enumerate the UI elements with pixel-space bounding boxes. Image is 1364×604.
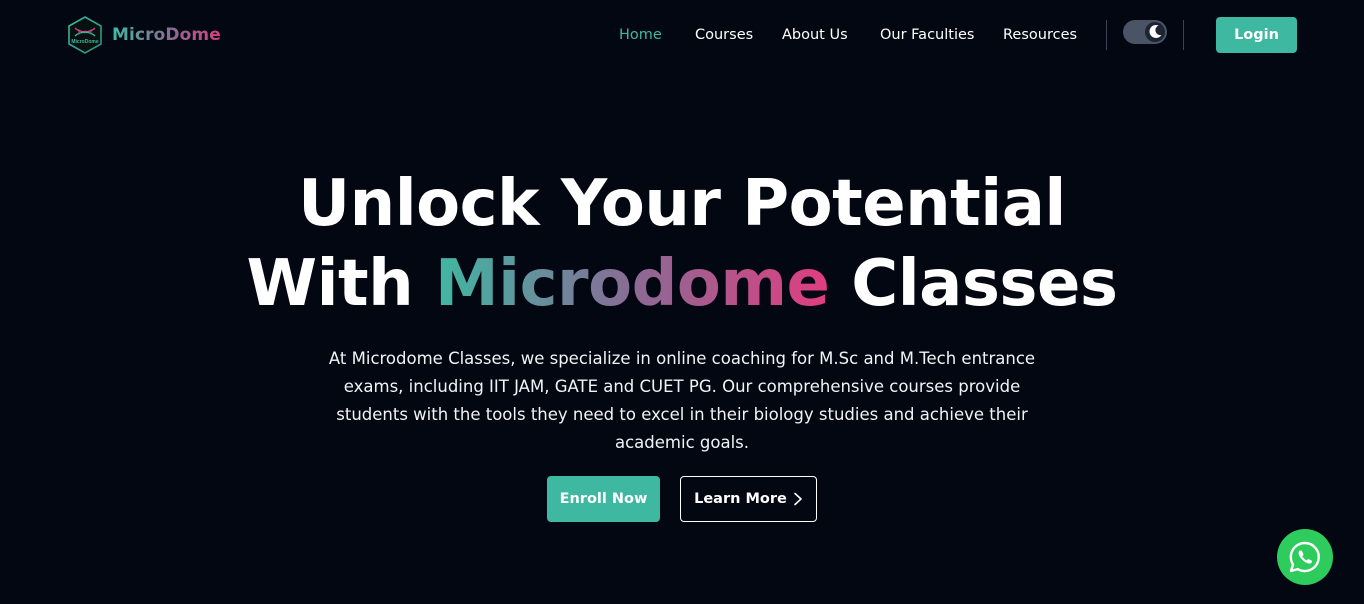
theme-toggle[interactable] xyxy=(1123,20,1167,44)
moon-icon xyxy=(1149,25,1162,39)
learn-more-label: Learn More xyxy=(694,491,787,507)
hero-description: At Microdome Classes, we specialize in o… xyxy=(328,349,1036,452)
navbar: MicroDome MicroDome Home Courses About U… xyxy=(0,0,1364,70)
hero-title: Unlock Your Potential With Microdome Cla… xyxy=(0,164,1364,324)
hero-title-pre: With xyxy=(246,247,414,321)
toggle-knob xyxy=(1145,22,1165,42)
whatsapp-button[interactable] xyxy=(1277,529,1333,585)
hero-title-highlight: Microdome xyxy=(434,247,830,321)
nav-item-our-faculties[interactable]: Our Faculties xyxy=(880,25,974,45)
nav-divider-right xyxy=(1183,20,1184,50)
nav-item-courses[interactable]: Courses xyxy=(695,25,753,45)
dna-hexagon-icon: MicroDome xyxy=(68,16,102,54)
nav-item-home[interactable]: Home xyxy=(619,25,662,45)
enroll-now-button[interactable]: Enroll Now xyxy=(547,476,660,522)
brand-name: MicroDome xyxy=(112,25,221,45)
brand-logo[interactable]: MicroDome MicroDome xyxy=(66,15,221,55)
nav-item-resources[interactable]: Resources xyxy=(1003,25,1077,45)
logo-mark-lettering: MicroDome xyxy=(71,39,98,45)
hero-title-post: Classes xyxy=(851,247,1118,321)
nav-divider-left xyxy=(1106,20,1107,50)
hero-title-line1: Unlock Your Potential xyxy=(298,167,1066,241)
nav-item-about-us[interactable]: About Us xyxy=(782,25,848,45)
learn-more-button[interactable]: Learn More xyxy=(680,476,817,522)
whatsapp-icon xyxy=(1289,541,1320,573)
login-button[interactable]: Login xyxy=(1216,17,1297,53)
chevron-right-icon xyxy=(794,492,802,506)
